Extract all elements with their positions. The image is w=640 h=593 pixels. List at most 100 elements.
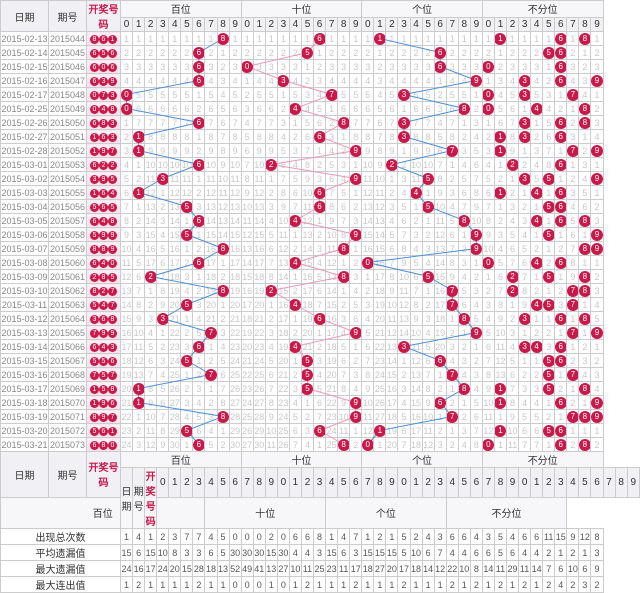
grid-cell: 1 bbox=[494, 46, 506, 60]
draw-balls: 561 bbox=[87, 424, 121, 438]
draw-balls: 861 bbox=[87, 32, 121, 46]
grid-cell: 2 bbox=[519, 46, 531, 60]
header-section: 百位 bbox=[121, 452, 242, 468]
stat-cell: 2 bbox=[133, 577, 145, 593]
grid-cell: 10 bbox=[482, 396, 494, 410]
grid-cell: 9 bbox=[133, 312, 145, 326]
hit-dot: 6 bbox=[314, 425, 326, 437]
hit-dot: 9 bbox=[591, 75, 603, 87]
grid-cell: 20 bbox=[326, 368, 338, 382]
grid-cell: 3 bbox=[193, 298, 205, 312]
stat-cell: 6 bbox=[531, 529, 543, 545]
issue-cell: 2015058 bbox=[49, 228, 87, 242]
grid-cell: 13 bbox=[217, 214, 229, 228]
grid-cell: 8 bbox=[133, 298, 145, 312]
grid-cell: 9 bbox=[350, 396, 362, 410]
hit-dot: 8 bbox=[579, 285, 591, 297]
grid-cell: 2 bbox=[133, 424, 145, 438]
grid-cell: 8 bbox=[579, 116, 591, 130]
grid-cell: 8 bbox=[458, 382, 470, 396]
hit-dot: 5 bbox=[543, 299, 555, 311]
grid-cell: 16 bbox=[301, 270, 313, 284]
hit-dot: 7 bbox=[567, 327, 579, 339]
stat-cell: 1 bbox=[410, 577, 422, 593]
header-digit: 4 bbox=[567, 468, 579, 498]
hit-dot: 5 bbox=[181, 355, 193, 367]
grid-cell: 20 bbox=[301, 326, 313, 340]
hit-dot: 9 bbox=[470, 229, 482, 241]
grid-cell: 7 bbox=[543, 144, 555, 158]
ball-icon: 6 bbox=[99, 189, 108, 198]
grid-cell: 11 bbox=[181, 172, 193, 186]
stat-cell: 4 bbox=[422, 529, 434, 545]
stat-cell: 1 bbox=[145, 577, 157, 593]
grid-cell: 3 bbox=[398, 88, 410, 102]
grid-cell: 12 bbox=[494, 354, 506, 368]
grid-cell: 8 bbox=[507, 396, 519, 410]
hit-dot: 4 bbox=[289, 341, 301, 353]
grid-cell: 6 bbox=[519, 424, 531, 438]
grid-cell: 3 bbox=[410, 228, 422, 242]
grid-cell: 3 bbox=[350, 60, 362, 74]
stat-cell: 5 bbox=[494, 529, 506, 545]
hit-dot: 8 bbox=[217, 243, 229, 255]
grid-cell: 5 bbox=[145, 88, 157, 102]
hit-dot: 6 bbox=[555, 215, 567, 227]
grid-cell: 17 bbox=[301, 284, 313, 298]
grid-cell: 6 bbox=[446, 228, 458, 242]
grid-cell: 5 bbox=[470, 312, 482, 326]
header-shi: 十位 bbox=[241, 1, 362, 18]
grid-cell: 3 bbox=[386, 60, 398, 74]
grid-cell: 4 bbox=[265, 340, 277, 354]
grid-cell: 4 bbox=[446, 354, 458, 368]
header-digit: 3 bbox=[519, 17, 531, 31]
grid-cell: 3 bbox=[386, 200, 398, 214]
grid-cell: 4 bbox=[362, 312, 374, 326]
grid-cell: 3 bbox=[398, 172, 410, 186]
grid-cell: 30 bbox=[229, 438, 241, 452]
grid-cell: 5 bbox=[422, 172, 434, 186]
grid-cell: 8 bbox=[350, 130, 362, 144]
grid-cell: 5 bbox=[543, 228, 555, 242]
ball-icon: 7 bbox=[90, 371, 99, 380]
header-digit: 2 bbox=[543, 468, 555, 498]
hit-dot: 9 bbox=[591, 327, 603, 339]
grid-cell: 6 bbox=[519, 256, 531, 270]
grid-cell: 5 bbox=[133, 88, 145, 102]
header-digit: 6 bbox=[470, 468, 482, 498]
ball-icon: 9 bbox=[108, 77, 117, 86]
stat-cell: 3 bbox=[579, 577, 591, 593]
grid-cell: 4 bbox=[133, 74, 145, 88]
grid-cell: 2 bbox=[193, 284, 205, 298]
grid-cell: 6 bbox=[350, 102, 362, 116]
grid-cell: 1 bbox=[422, 214, 434, 228]
grid-cell: 3 bbox=[277, 74, 289, 88]
grid-cell: 4 bbox=[253, 74, 265, 88]
grid-cell: 6 bbox=[193, 340, 205, 354]
grid-cell: 1 bbox=[519, 102, 531, 116]
ball-icon: 9 bbox=[99, 413, 108, 422]
stat-cell: 30 bbox=[241, 545, 253, 561]
grid-cell: 10 bbox=[470, 214, 482, 228]
stat-cell: 2 bbox=[193, 577, 205, 593]
grid-cell: 21 bbox=[229, 312, 241, 326]
grid-cell: 24 bbox=[229, 354, 241, 368]
grid-cell: 2 bbox=[531, 368, 543, 382]
stat-cell: 8 bbox=[591, 529, 603, 545]
stat-cell: 49 bbox=[241, 561, 253, 577]
stat-cell: 7 bbox=[193, 529, 205, 545]
grid-cell: 19 bbox=[386, 424, 398, 438]
hit-dot: 1 bbox=[494, 33, 506, 45]
grid-cell: 1 bbox=[133, 396, 145, 410]
grid-cell: 17 bbox=[169, 256, 181, 270]
grid-cell: 8 bbox=[579, 284, 591, 298]
hit-dot: 8 bbox=[458, 313, 470, 325]
stat-cell: 10 bbox=[410, 545, 422, 561]
grid-cell: 5 bbox=[289, 172, 301, 186]
grid-cell: 2 bbox=[181, 46, 193, 60]
grid-cell: 6 bbox=[314, 130, 326, 144]
grid-cell: 7 bbox=[386, 256, 398, 270]
grid-cell: 1 bbox=[507, 298, 519, 312]
stat-cell: 6 bbox=[338, 545, 350, 561]
hit-dot: 0 bbox=[362, 439, 374, 451]
